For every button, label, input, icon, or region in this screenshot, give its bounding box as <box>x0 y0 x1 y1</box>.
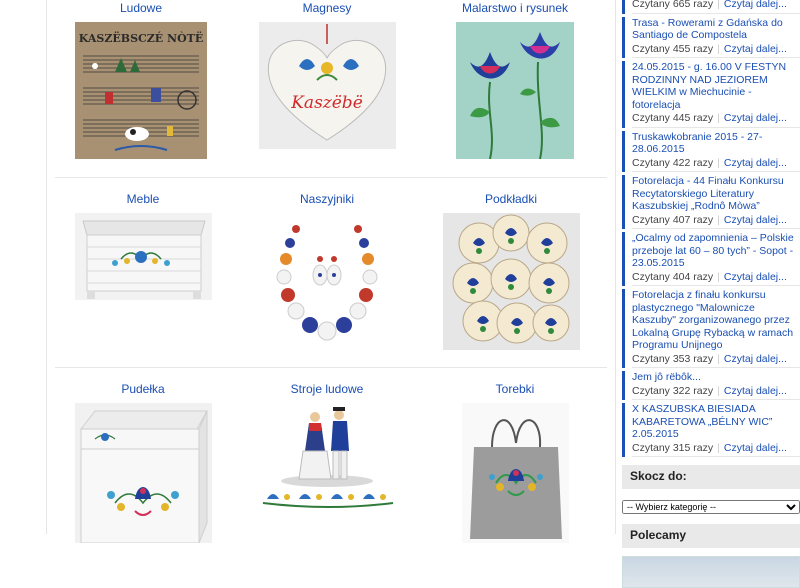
meta-separator: | <box>717 270 720 283</box>
article-entry: X KASZUBSKA BIESIADA KABARETOWA „BÉLNY W… <box>622 403 800 457</box>
article-meta: Czytany 353 razy | Czytaj dalej... <box>632 352 800 368</box>
meta-separator: | <box>717 156 720 169</box>
article-entry: „Ocalmy od zapomnienia – Polskie przeboj… <box>622 232 800 286</box>
gallery-item-label[interactable]: Malarstwo i rysunek <box>425 0 605 16</box>
article-reads: Czytany 665 razy <box>632 0 714 10</box>
article-title-link[interactable]: Jem jô rëbôk... <box>632 371 800 384</box>
article-title-link[interactable]: 24.05.2015 - g. 16.00 V FESTYN RODZINNY … <box>632 61 800 111</box>
article-meta: Czytany 665 razy | Czytaj dalej... <box>632 0 800 14</box>
read-more-link[interactable]: Czytaj dalej... <box>724 353 787 365</box>
article-meta: Czytany 322 razy | Czytaj dalej... <box>632 384 800 400</box>
article-reads: Czytany 353 razy <box>632 352 714 365</box>
article-title-link[interactable]: X KASZUBSKA BIESIADA KABARETOWA „BÉLNY W… <box>632 403 800 441</box>
gallery-item-stroje[interactable]: Stroje ludowe <box>237 381 417 513</box>
read-more-link[interactable]: Czytaj dalej... <box>724 271 787 283</box>
ludowe-thumbnail[interactable]: KASZËBSCZÉ NÒTË <box>75 22 207 159</box>
article-entry: Czytany 665 razy | Czytaj dalej... <box>622 0 800 14</box>
gallery-item-podkladki[interactable]: Podkładki <box>421 191 601 350</box>
meta-separator: | <box>717 112 720 124</box>
article-title-link[interactable]: Fotorelacja - 44 Finału Konkursu Recytat… <box>632 175 800 213</box>
ludowe-image-text: KASZËBSCZÉ NÒTË <box>79 31 203 45</box>
gallery-item-label[interactable]: Podkładki <box>421 191 601 207</box>
article-meta: Czytany 422 razy | Czytaj dalej... <box>632 156 800 172</box>
gallery-item-naszyjniki[interactable]: Naszyjniki <box>237 191 417 350</box>
article-entry: Truskawkobranie 2015 - 27-28.06.2015 Czyt… <box>622 130 800 172</box>
article-meta: Czytany 315 razy | Czytaj dalej... <box>632 441 800 457</box>
category-select[interactable]: -- Wybierz kategorię -- <box>622 500 800 514</box>
meta-separator: | <box>717 352 720 365</box>
read-more-link[interactable]: Czytaj dalej... <box>724 112 787 124</box>
article-reads: Czytany 455 razy <box>632 42 714 55</box>
torebki-thumbnail[interactable] <box>461 403 569 543</box>
naszyjniki-thumbnail[interactable] <box>266 213 388 350</box>
gallery-item-label[interactable]: Torebki <box>425 381 605 397</box>
malarstwo-thumbnail[interactable] <box>456 22 574 159</box>
jump-to-heading: Skocz do: <box>622 465 800 489</box>
article-reads: Czytany 322 razy <box>632 384 714 397</box>
article-title-link[interactable]: Fotorelacja z finału konkursu plastyczne… <box>632 289 800 352</box>
meta-separator: | <box>717 42 720 55</box>
article-reads: Czytany 407 razy <box>632 213 714 226</box>
article-entry: Fotorelacja - 44 Finału Konkursu Recytat… <box>622 175 800 229</box>
article-entry: 24.05.2015 - g. 16.00 V FESTYN RODZINNY … <box>622 61 800 128</box>
gallery-item-pudelka[interactable]: Pudełka <box>53 381 233 543</box>
pudelka-thumbnail[interactable] <box>74 403 212 543</box>
article-title-link[interactable]: Truskawkobranie 2015 - 27-28.06.2015 <box>632 131 800 156</box>
gallery-item-label[interactable]: Ludowe <box>51 0 231 16</box>
stroje-thumbnail[interactable] <box>258 403 396 513</box>
magnes-image-text: Kaszëbë <box>290 93 363 113</box>
meble-thumbnail[interactable] <box>74 213 212 300</box>
read-more-link[interactable]: Czytaj dalej... <box>724 442 787 454</box>
gallery-item-label[interactable]: Magnesy <box>237 0 417 16</box>
gallery-item-meble[interactable]: Meble <box>53 191 233 300</box>
podkladki-thumbnail[interactable] <box>442 213 580 350</box>
jump-to-box: -- Wybierz kategorię -- <box>622 489 800 524</box>
meta-separator: | <box>717 441 720 454</box>
gallery-item-ludowe[interactable]: Ludowe KASZËBSCZÉ NÒTË <box>51 0 231 159</box>
article-reads: Czytany 422 razy <box>632 156 714 169</box>
gallery-item-magnesy[interactable]: Magnesy Kaszëbë <box>237 0 417 149</box>
row-divider <box>55 177 607 178</box>
gallery-item-label[interactable]: Meble <box>53 191 233 207</box>
recommended-banner[interactable] <box>622 556 800 588</box>
read-more-link[interactable]: Czytaj dalej... <box>724 43 787 55</box>
read-more-link[interactable]: Czytaj dalej... <box>724 385 787 397</box>
read-more-link[interactable]: Czytaj dalej... <box>724 157 787 169</box>
article-entry: Fotorelacja z finału konkursu plastyczne… <box>622 289 800 368</box>
article-meta: Czytany 404 razy | Czytaj dalej... <box>632 270 800 286</box>
article-entry: Jem jô rëbôk... Czytany 322 razy | Czytaj d… <box>622 371 800 400</box>
sidebar: Czytany 665 razy | Czytaj dalej... Trasa -… <box>622 0 800 588</box>
article-entry: Trasa - Rowerami z Gdańska do Santiago d… <box>622 16 800 58</box>
read-more-link[interactable]: Czytaj dalej... <box>724 214 787 226</box>
gallery-item-label[interactable]: Naszyjniki <box>237 191 417 207</box>
article-meta: Czytany 445 razy | Czytaj dalej... <box>632 111 800 128</box>
read-more-link[interactable]: Czytaj dalej... <box>724 0 787 10</box>
article-meta: Czytany 455 razy | Czytaj dalej... <box>632 42 800 58</box>
gallery-item-label[interactable]: Stroje ludowe <box>237 381 417 397</box>
meta-separator: | <box>717 213 720 226</box>
article-title-link[interactable]: Trasa - Rowerami z Gdańska do Santiago d… <box>632 17 800 42</box>
magnesy-thumbnail[interactable]: Kaszëbë <box>258 22 396 149</box>
article-title-link[interactable]: „Ocalmy od zapomnienia – Polskie przeboj… <box>632 232 800 270</box>
article-reads: Czytany 445 razy <box>632 112 714 124</box>
recommended-heading: Polecamy <box>622 524 800 548</box>
article-meta: Czytany 407 razy | Czytaj dalej... <box>632 213 800 229</box>
article-reads: Czytany 404 razy <box>632 270 714 283</box>
meta-separator: | <box>717 384 720 397</box>
gallery-item-torebki[interactable]: Torebki <box>425 381 605 543</box>
gallery-item-malarstwo[interactable]: Malarstwo i rysunek <box>425 0 605 159</box>
article-reads: Czytany 315 razy <box>632 441 714 454</box>
row-divider <box>55 367 607 368</box>
gallery-panel: Ludowe KASZËBSCZÉ NÒTË Magnesy Kaszëbë M… <box>46 0 616 543</box>
gallery-item-label[interactable]: Pudełka <box>53 381 233 397</box>
